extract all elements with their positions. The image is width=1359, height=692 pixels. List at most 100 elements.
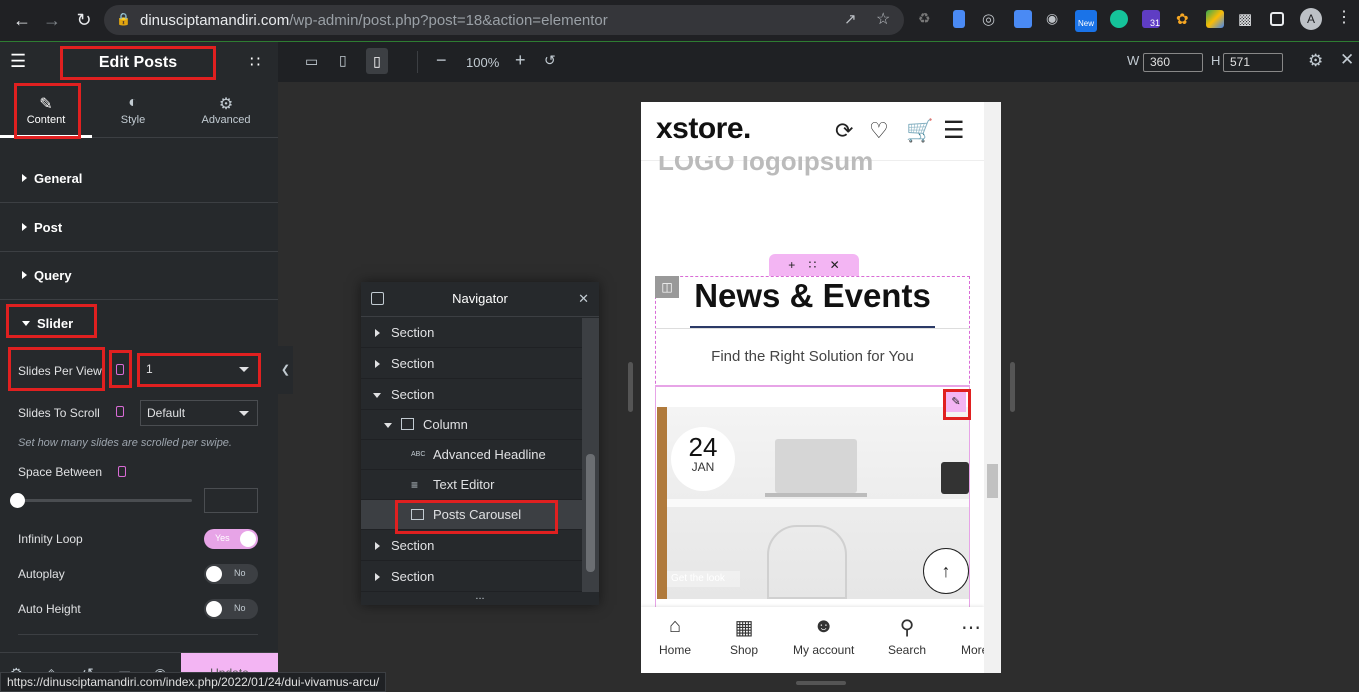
tool-extension-icon[interactable] bbox=[1206, 10, 1224, 28]
hamburger-icon[interactable]: ☰ bbox=[10, 51, 26, 72]
autoplay-toggle[interactable]: No bbox=[204, 564, 258, 584]
news-subtitle[interactable]: Find the Right Solution for You bbox=[641, 348, 984, 365]
brand-logo[interactable]: xstore. bbox=[656, 112, 751, 146]
contrast-icon: ◐ bbox=[128, 94, 138, 111]
auto-height-toggle[interactable]: No bbox=[204, 599, 258, 619]
star-icon[interactable]: ☆ bbox=[876, 9, 890, 29]
recycle-extension-icon[interactable]: ♻ bbox=[918, 10, 936, 28]
back-to-top-arrow-icon[interactable]: ↑ bbox=[923, 548, 969, 594]
date-day: 24 bbox=[688, 432, 718, 462]
laptop-base bbox=[765, 493, 867, 497]
gear-icon[interactable]: ⚙ bbox=[1308, 51, 1323, 71]
section-query[interactable]: Query bbox=[0, 252, 278, 300]
puzzle-icon[interactable]: ▩ bbox=[1238, 10, 1256, 28]
news-heading[interactable]: News & Events bbox=[641, 277, 984, 315]
navigator-item-section[interactable]: Section bbox=[361, 562, 582, 592]
section-post[interactable]: Post bbox=[0, 204, 278, 252]
navigator-item-section[interactable]: Section bbox=[361, 349, 582, 379]
section-general[interactable]: General bbox=[0, 155, 278, 203]
posts-carousel-highlight bbox=[395, 500, 558, 534]
headline-icon: ABC bbox=[411, 451, 426, 458]
toggle-knob bbox=[206, 601, 222, 617]
close-icon[interactable]: ✕ bbox=[1340, 50, 1354, 70]
space-between-input[interactable] bbox=[204, 488, 258, 513]
home-icon: ⌂ bbox=[668, 615, 682, 637]
reset-zoom-icon[interactable]: ↺ bbox=[544, 52, 556, 69]
docs-extension-icon[interactable] bbox=[953, 10, 965, 28]
mobile-responsive-icon[interactable] bbox=[118, 466, 126, 477]
navigator-scroll-thumb[interactable] bbox=[586, 454, 595, 572]
space-between-label: Space Between bbox=[18, 465, 103, 479]
width-input[interactable]: 360 bbox=[1143, 53, 1203, 72]
drag-icon[interactable]: ∷ bbox=[809, 258, 817, 272]
tab-style[interactable]: ◐ Style bbox=[87, 82, 179, 138]
space-between-slider-track[interactable] bbox=[18, 499, 192, 502]
slides-per-view-highlight bbox=[8, 347, 105, 391]
preview-scrollbar[interactable] bbox=[984, 102, 1001, 673]
navigator-item-advanced-headline[interactable]: ABC Advanced Headline bbox=[361, 440, 582, 470]
resize-handle-right[interactable] bbox=[1010, 362, 1015, 412]
forward-arrow-icon[interactable]: → bbox=[40, 8, 64, 32]
resize-handle-left[interactable] bbox=[628, 362, 633, 412]
navigator-item-text-editor[interactable]: ≡ Text Editor bbox=[361, 470, 582, 500]
slides-to-scroll-select[interactable]: Default bbox=[140, 400, 258, 426]
section-handle[interactable]: + ∷ ✕ bbox=[769, 254, 859, 276]
chevron-left-icon: ❮ bbox=[280, 364, 291, 376]
infinity-loop-toggle[interactable]: Yes bbox=[204, 529, 258, 549]
resize-handle-bottom[interactable] bbox=[796, 681, 846, 685]
mobile-responsive-icon[interactable] bbox=[116, 406, 124, 417]
space-between-slider-handle[interactable] bbox=[10, 493, 25, 508]
desktop-view-icon[interactable]: ▭ bbox=[305, 53, 318, 70]
compare-icon[interactable]: ⟳ bbox=[835, 118, 853, 144]
navigator-item-section[interactable]: Section bbox=[361, 318, 582, 348]
zoom-in-icon[interactable]: + bbox=[515, 50, 526, 71]
side-panel-icon[interactable] bbox=[1270, 12, 1284, 26]
camera-extension-icon[interactable]: ◉ bbox=[1046, 10, 1064, 28]
add-icon[interactable]: + bbox=[788, 258, 795, 272]
slides-to-scroll-label: Slides To Scroll bbox=[18, 406, 100, 420]
navigator-item-column[interactable]: Column bbox=[361, 410, 582, 440]
grammarly-extension-icon[interactable] bbox=[1110, 10, 1128, 28]
panel-header: ☰ Edit Posts Carousel ∷ bbox=[0, 42, 278, 99]
edit-handle-highlight bbox=[943, 389, 971, 420]
navigator-item-section-expanded[interactable]: Section bbox=[361, 380, 582, 410]
slider-highlight bbox=[6, 304, 97, 338]
address-bar[interactable]: 🔒 dinusciptamandiri.com/wp-admin/post.ph… bbox=[104, 5, 904, 35]
close-icon[interactable]: ✕ bbox=[830, 258, 840, 272]
reload-icon[interactable]: ↻ bbox=[72, 8, 96, 32]
cart-icon[interactable]: 🛒 bbox=[906, 118, 933, 144]
bottom-nav-my-account[interactable]: ☻ My account bbox=[793, 615, 854, 657]
globe-extension-icon[interactable]: ◎ bbox=[982, 10, 1000, 28]
tab-advanced[interactable]: ⚙ Advanced bbox=[180, 82, 272, 138]
zoom-out-icon[interactable]: − bbox=[436, 50, 447, 71]
navigator-header[interactable]: Navigator ✕ bbox=[361, 282, 599, 317]
preview-scroll-thumb[interactable] bbox=[987, 464, 998, 498]
widgets-grid-icon[interactable]: ∷ bbox=[250, 52, 260, 72]
bottom-nav-search[interactable]: ⚲ Search bbox=[888, 615, 926, 657]
close-icon[interactable]: ✕ bbox=[578, 282, 589, 316]
back-arrow-icon[interactable]: ← bbox=[10, 8, 34, 32]
get-the-look-label[interactable]: Get the look bbox=[667, 571, 740, 587]
menu-icon[interactable]: ☰ bbox=[943, 116, 965, 145]
mobile-view-icon[interactable]: ▯ bbox=[366, 48, 388, 74]
share-icon[interactable]: ↗ bbox=[844, 10, 857, 28]
collapse-all-icon[interactable] bbox=[371, 292, 384, 305]
navigator-resize-handle[interactable]: ... bbox=[361, 591, 599, 605]
collapse-panel-button[interactable]: ❮ bbox=[278, 346, 293, 394]
leaf-extension-icon[interactable]: ✿ bbox=[1176, 10, 1194, 28]
navigator-panel: Navigator ✕ Section Section Section Colu… bbox=[361, 282, 599, 605]
new-extension-icon[interactable]: New bbox=[1075, 10, 1097, 32]
profile-avatar[interactable]: A bbox=[1300, 8, 1322, 30]
heart-icon[interactable]: ♡ bbox=[869, 118, 889, 144]
slides-to-scroll-note: Set how many slides are scrolled per swi… bbox=[18, 437, 232, 449]
autoplay-label: Autoplay bbox=[18, 567, 65, 581]
kebab-menu-icon[interactable]: ⋮ bbox=[1336, 10, 1354, 28]
translate-extension-icon[interactable] bbox=[1014, 10, 1032, 28]
bottom-nav-home[interactable]: ⌂ Home bbox=[659, 615, 691, 657]
height-input[interactable]: 571 bbox=[1223, 53, 1283, 72]
chevron-down-icon bbox=[239, 411, 249, 416]
tablet-view-icon[interactable]: ▯ bbox=[339, 52, 347, 69]
bottom-nav-shop[interactable]: ▦ Shop bbox=[730, 615, 758, 657]
navigator-item-section[interactable]: Section bbox=[361, 531, 582, 561]
calendar-extension-icon[interactable]: 31 bbox=[1142, 10, 1160, 28]
